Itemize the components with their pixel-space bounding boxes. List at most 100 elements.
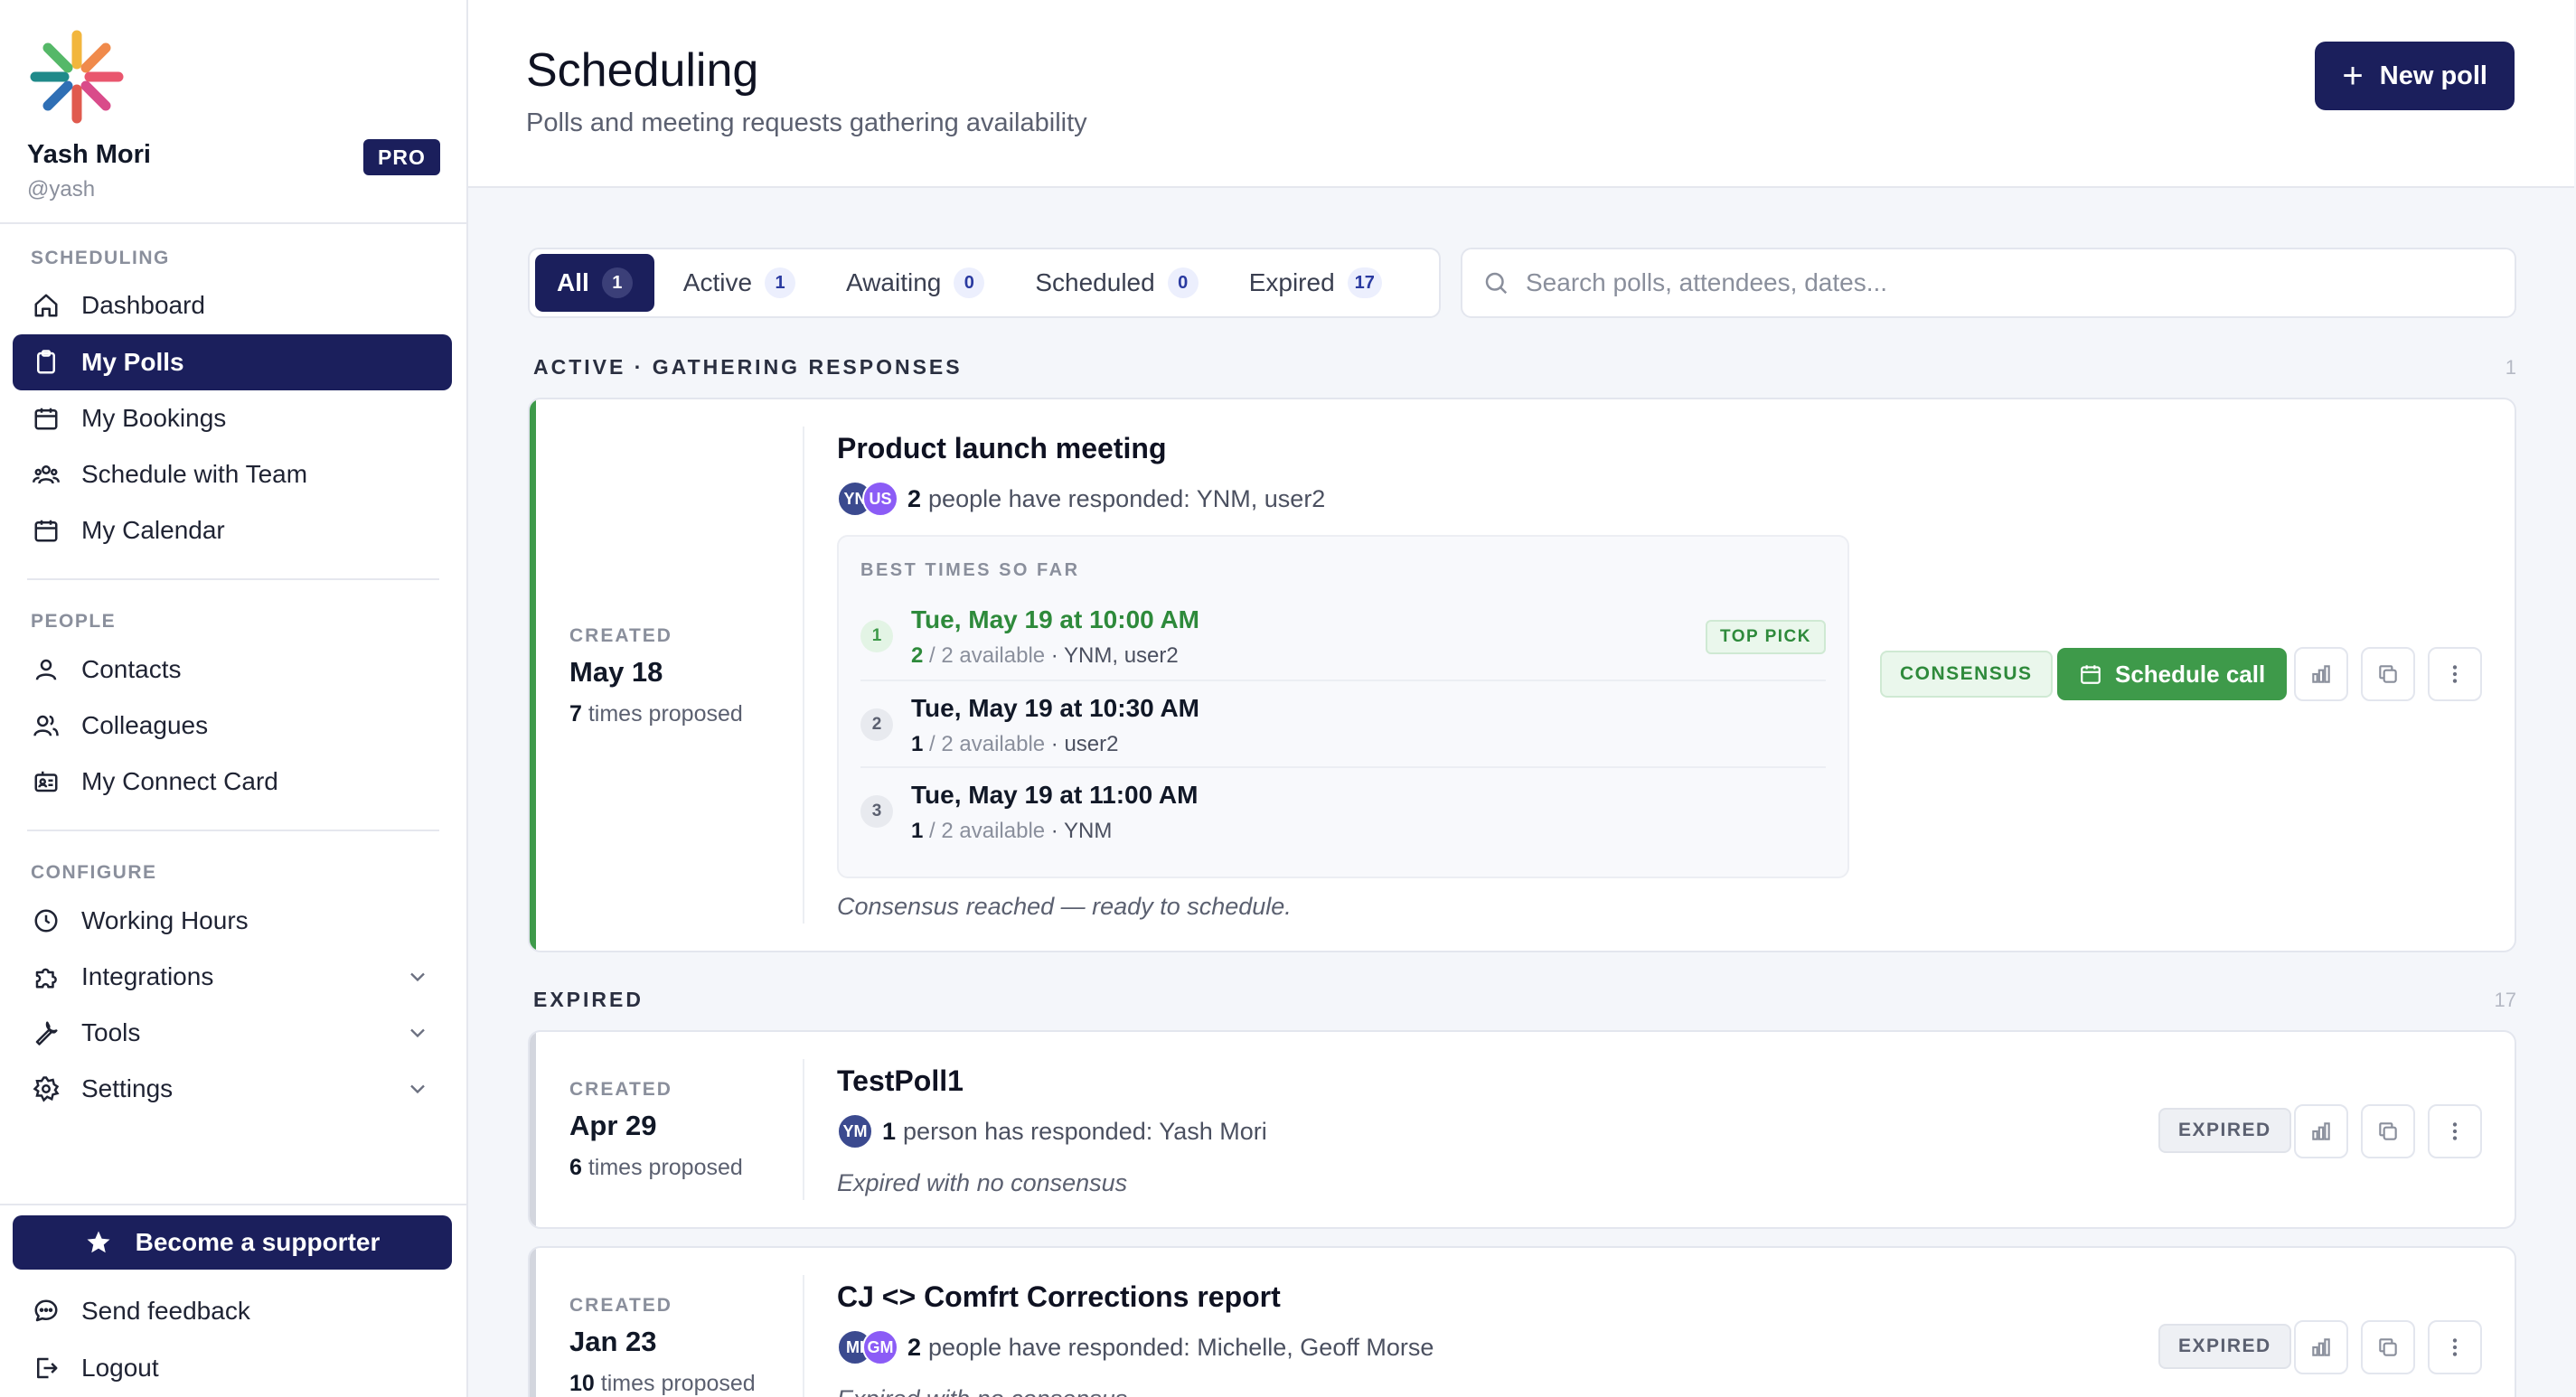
become-supporter-button[interactable]: Become a supporter — [13, 1215, 452, 1270]
tab-scheduled[interactable]: Scheduled 0 — [1013, 254, 1219, 312]
sidebar-item-label: My Polls — [81, 348, 184, 376]
responders: YN US 2 people have responded: YNM, user… — [837, 481, 1325, 517]
more-vertical-icon — [2452, 1338, 2458, 1356]
status-note: Expired with no consensus — [837, 1169, 1128, 1196]
avatar-group: YN US — [837, 481, 898, 517]
sidebar-item-label: Contacts — [81, 655, 182, 683]
poll-title[interactable]: Product launch meeting — [837, 432, 1166, 465]
card-divider — [803, 1059, 804, 1200]
sidebar-item-contacts[interactable]: Contacts — [13, 642, 452, 698]
more-options-button[interactable] — [2428, 647, 2482, 701]
sidebar-item-label: Schedule with Team — [81, 460, 308, 488]
clock-icon — [31, 905, 61, 936]
best-times-label: BEST TIMES SO FAR — [860, 560, 1080, 580]
copy-button[interactable] — [2361, 647, 2415, 701]
tab-expired[interactable]: Expired 17 — [1227, 254, 1404, 312]
time-slot[interactable]: 1 Tue, May 19 at 10:00 AM 2 / 2 availabl… — [860, 593, 1826, 680]
page-subtitle: Polls and meeting requests gathering ava… — [526, 108, 1087, 137]
sidebar-item-settings[interactable]: Settings — [13, 1061, 452, 1117]
wrench-icon — [31, 1017, 61, 1048]
sidebar-item-my-polls[interactable]: My Polls — [13, 334, 452, 390]
times-proposed: 7 times proposed — [569, 701, 743, 727]
sidebar-item-my-calendar[interactable]: My Calendar — [13, 502, 452, 558]
bar-chart-icon — [2312, 1338, 2330, 1356]
slot-total: / 2 available — [929, 732, 1046, 756]
tab-label: Awaiting — [846, 268, 942, 296]
schedule-call-button[interactable]: Schedule call — [2057, 648, 2288, 700]
poll-title[interactable]: CJ <> Comfrt Corrections report — [837, 1280, 1281, 1314]
poll-title[interactable]: TestPoll1 — [837, 1064, 964, 1098]
bar-chart-icon — [2312, 665, 2330, 683]
responded-count: 1 — [882, 1117, 897, 1145]
calendar-icon — [31, 515, 61, 546]
slot-names: · YNM — [1050, 819, 1113, 843]
logout-icon — [31, 1353, 61, 1383]
slot-available-count: 2 — [911, 643, 924, 668]
sidebar-item-label: My Bookings — [81, 404, 227, 432]
copy-button[interactable] — [2361, 1104, 2415, 1158]
copy-button[interactable] — [2361, 1320, 2415, 1374]
status-note: Consensus reached — ready to schedule. — [837, 893, 1292, 920]
chevron-down-icon — [410, 1084, 425, 1094]
new-poll-button[interactable]: + New poll — [2315, 42, 2515, 110]
section-label-active: ACTIVE · GATHERING RESPONSES — [533, 355, 963, 379]
results-button[interactable] — [2294, 1320, 2348, 1374]
avatar: US — [862, 481, 898, 517]
slot-names: · user2 — [1050, 732, 1119, 756]
poll-card[interactable]: CREATED May 18 7 times proposed Product … — [528, 398, 2516, 952]
status-accent-bar — [530, 1248, 536, 1397]
sidebar-item-label: Tools — [81, 1018, 141, 1046]
more-options-button[interactable] — [2428, 1104, 2482, 1158]
search-input[interactable] — [1526, 268, 2475, 297]
copy-icon — [2379, 1338, 2397, 1356]
bar-chart-icon — [2312, 1122, 2330, 1140]
tab-label: Scheduled — [1035, 268, 1155, 296]
chevron-down-icon — [410, 972, 425, 982]
slot-rank: 1 — [860, 620, 893, 652]
poll-card[interactable]: CREATED Apr 29 6 times proposed TestPoll… — [528, 1030, 2516, 1229]
tab-active[interactable]: Active 1 — [662, 254, 817, 312]
results-button[interactable] — [2294, 1104, 2348, 1158]
sidebar-divider — [0, 222, 468, 224]
tab-awaiting[interactable]: Awaiting 0 — [824, 254, 1006, 312]
puzzle-icon — [31, 961, 61, 992]
sidebar-item-dashboard[interactable]: Dashboard — [13, 277, 452, 333]
slot-rank: 2 — [860, 708, 893, 741]
sidebar-item-colleagues[interactable]: Colleagues — [13, 698, 452, 754]
sidebar-item-tools[interactable]: Tools — [13, 1005, 452, 1061]
avatar: GM — [862, 1329, 898, 1365]
time-slot[interactable]: 3 Tue, May 19 at 11:00 AM 1 / 2 availabl… — [860, 766, 1826, 853]
app-logo-icon[interactable] — [27, 27, 127, 127]
sidebar-item-label: Working Hours — [81, 906, 249, 934]
times-proposed: 6 times proposed — [569, 1155, 743, 1181]
more-vertical-icon — [2452, 1122, 2458, 1140]
sidebar-divider — [0, 1204, 468, 1205]
section-label-configure: CONFIGURE — [31, 862, 157, 883]
logout-link[interactable]: Logout — [13, 1340, 452, 1396]
sidebar-item-my-connect-card[interactable]: My Connect Card — [13, 754, 452, 810]
gear-icon — [31, 1074, 61, 1104]
tab-all[interactable]: All 1 — [535, 254, 654, 312]
responded-count: 2 — [907, 484, 922, 512]
slot-names: · YNM, user2 — [1050, 643, 1179, 668]
slot-time: Tue, May 19 at 10:00 AM — [911, 605, 1200, 633]
times-count: 7 — [569, 701, 582, 727]
sidebar-item-label: My Calendar — [81, 516, 225, 544]
time-slot[interactable]: 2 Tue, May 19 at 10:30 AM 1 / 2 availabl… — [860, 680, 1826, 766]
calendar-icon — [2081, 665, 2101, 684]
sidebar-item-my-bookings[interactable]: My Bookings — [13, 390, 452, 446]
slot-total: / 2 available — [929, 643, 1046, 668]
more-options-button[interactable] — [2428, 1320, 2482, 1374]
avatar-group: MI GM — [837, 1329, 898, 1365]
created-label: CREATED — [569, 1079, 672, 1100]
expired-badge: EXPIRED — [2158, 1324, 2291, 1369]
poll-card[interactable]: CREATED Jan 23 10 times proposed CJ <> C… — [528, 1246, 2516, 1397]
results-button[interactable] — [2294, 647, 2348, 701]
people-icon — [31, 710, 61, 741]
sidebar-item-integrations[interactable]: Integrations — [13, 949, 452, 1005]
responded-count: 2 — [907, 1333, 922, 1361]
sidebar-item-schedule-with-team[interactable]: Schedule with Team — [13, 446, 452, 502]
sidebar-item-working-hours[interactable]: Working Hours — [13, 893, 452, 949]
slot-available-count: 1 — [911, 819, 924, 843]
send-feedback-link[interactable]: Send feedback — [13, 1283, 452, 1339]
